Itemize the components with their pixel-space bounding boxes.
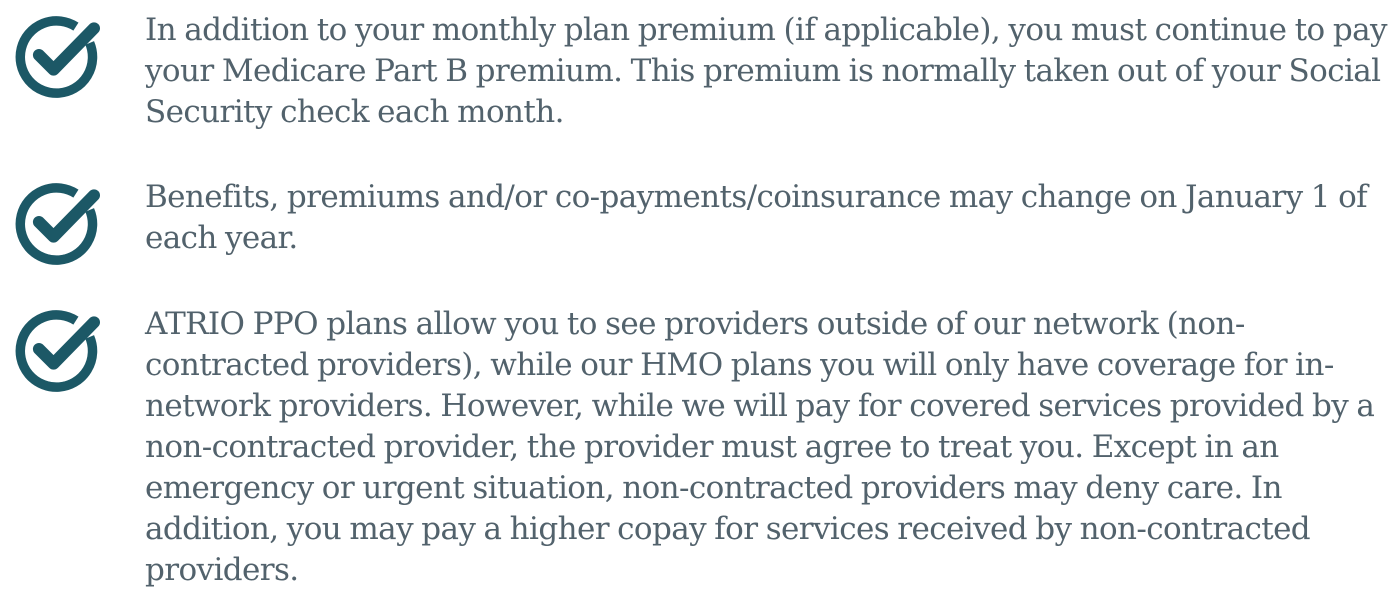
list-item-text: Benefits, premiums and/or co-payments/co… — [145, 179, 1368, 256]
list-item-text: ATRIO PPO plans allow you to see provide… — [145, 306, 1375, 588]
check-circle-icon — [14, 12, 100, 98]
check-circle-icon — [14, 306, 100, 392]
list-item-text: In addition to your monthly plan premium… — [145, 12, 1387, 130]
check-circle-icon — [14, 179, 100, 265]
